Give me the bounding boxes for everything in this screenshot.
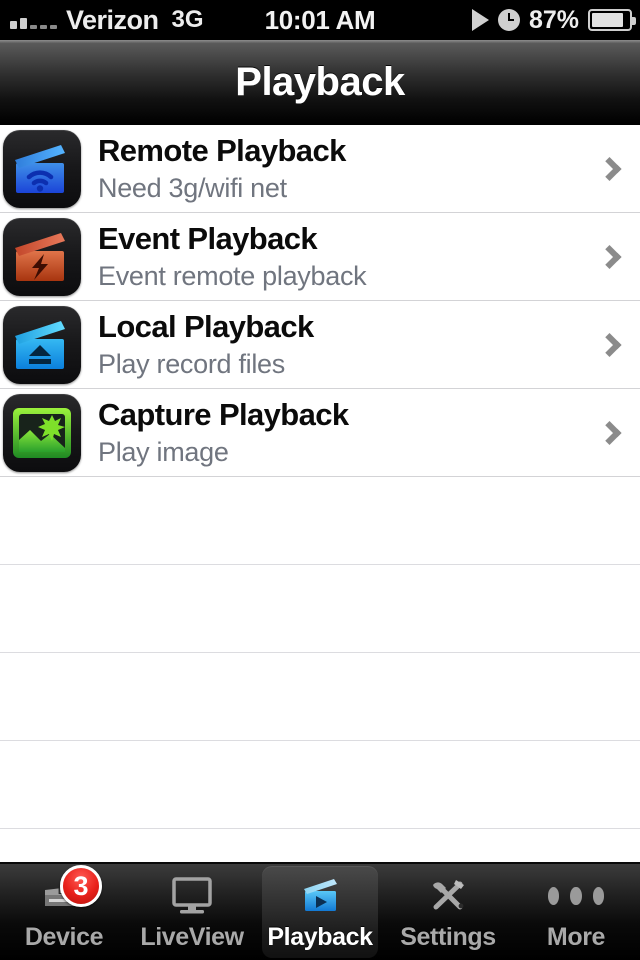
device-badge-count: 3	[60, 865, 102, 907]
play-triangle-icon	[471, 9, 489, 31]
tab-bar[interactable]: DVR 3 Device LiveView	[0, 862, 640, 960]
list-item[interactable]: Local Playback Play record files	[0, 301, 640, 389]
alarm-clock-icon	[497, 9, 520, 31]
clapperboard-wifi-icon	[3, 129, 81, 208]
status-bar-right: 87%	[471, 5, 636, 35]
clapperboard-play-icon	[292, 873, 348, 919]
empty-list-row	[0, 477, 640, 565]
list-item-title: Event Playback	[98, 220, 318, 256]
tab-liveview[interactable]: LiveView	[128, 864, 256, 960]
tab-device[interactable]: DVR 3 Device	[0, 864, 128, 960]
list-item-subtitle: Play record files	[98, 348, 285, 379]
tab-playback[interactable]: Playback	[256, 864, 384, 960]
tab-label-device: Device	[24, 923, 104, 951]
clapperboard-eject-icon	[3, 305, 81, 384]
list-item[interactable]: Capture Playback Play image	[0, 389, 640, 477]
list-item[interactable]: Event Playback Event remote playback	[0, 213, 640, 301]
navigation-bar: Playback	[0, 40, 640, 125]
tab-label-liveview: LiveView	[140, 923, 244, 951]
tools-icon	[420, 873, 476, 919]
ellipsis-icon	[548, 873, 604, 919]
list-item[interactable]: Remote Playback Need 3g/wifi net	[0, 125, 640, 213]
clapperboard-bolt-icon	[3, 217, 81, 296]
page-title: Playback	[235, 59, 405, 104]
playback-list[interactable]: Remote Playback Need 3g/wifi net Event P…	[0, 125, 640, 862]
chevron-right-icon[interactable]	[597, 156, 622, 181]
list-item-text: Capture Playback Play image	[98, 397, 349, 469]
status-bar: Verizon 3G 10:01 AM 87%	[0, 0, 640, 40]
list-item-text: Event Playback Event remote playback	[98, 220, 367, 293]
list-item-title: Remote Playback	[98, 132, 346, 168]
empty-list-row	[0, 829, 640, 862]
list-item-subtitle: Play image	[98, 436, 229, 467]
tab-more[interactable]: More	[512, 864, 640, 960]
list-item-subtitle: Event remote playback	[98, 260, 367, 291]
battery-percent-label: 87%	[528, 5, 579, 34]
list-item-text: Local Playback Play record files	[98, 309, 314, 381]
list-item-text: Remote Playback Need 3g/wifi net	[98, 133, 346, 205]
empty-list-row	[0, 565, 640, 653]
photo-sun-icon	[3, 393, 81, 472]
chevron-right-icon[interactable]	[597, 244, 622, 269]
tab-label-playback: Playback	[267, 923, 373, 951]
battery-icon	[588, 9, 636, 31]
tab-label-more: More	[546, 923, 606, 951]
empty-list-row	[0, 653, 640, 741]
tab-label-settings: Settings	[400, 923, 496, 951]
list-item-title: Local Playback	[98, 308, 314, 344]
empty-list-row	[0, 741, 640, 829]
list-item-subtitle: Need 3g/wifi net	[98, 172, 287, 203]
tab-settings[interactable]: Settings	[384, 864, 512, 960]
chevron-right-icon[interactable]	[597, 332, 622, 357]
chevron-right-icon[interactable]	[597, 420, 622, 445]
list-item-title: Capture Playback	[98, 396, 349, 432]
monitor-icon	[164, 873, 220, 919]
